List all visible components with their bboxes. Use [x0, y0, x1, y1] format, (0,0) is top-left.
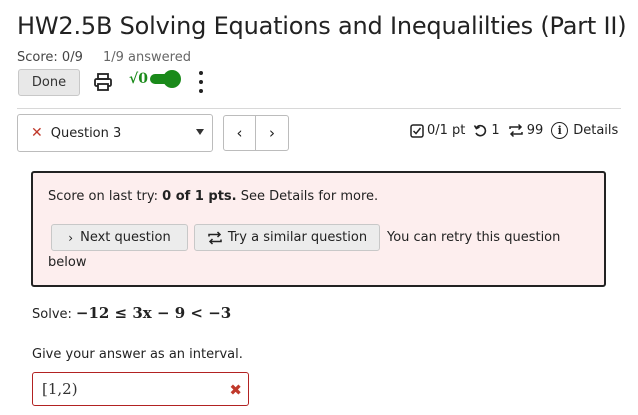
score-value: 0 of 1 pts.: [162, 189, 237, 204]
solve-label: Solve:: [32, 307, 72, 322]
kebab-menu-icon[interactable]: [198, 71, 204, 93]
chevron-down-icon: [196, 129, 204, 135]
done-button[interactable]: Done: [18, 69, 80, 96]
retry-icon: [474, 124, 487, 137]
previous-question-button[interactable]: ‹: [224, 116, 257, 150]
math-palette-toggle[interactable]: √0: [129, 70, 181, 88]
details-link[interactable]: i Details: [551, 122, 618, 139]
attempts-stat: 99: [508, 123, 544, 138]
toggle-knob: [162, 70, 181, 88]
chevron-right-icon: ›: [68, 230, 74, 245]
question-stats: 0/1 pt 1 99 i Details: [410, 122, 618, 139]
last-try-score-message: Score on last try: 0 of 1 pts. See Detai…: [48, 189, 378, 204]
toggle-switch[interactable]: [149, 70, 181, 88]
retry-stat: 1: [473, 123, 500, 138]
next-question-button[interactable]: › Next question: [51, 224, 188, 251]
answer-input[interactable]: [1,2) ✖: [32, 372, 249, 406]
points-label: 0/1 pt: [427, 123, 466, 138]
similar-question-icon: [208, 230, 222, 245]
score-line: Score: 0/9 1/9 answered: [17, 50, 191, 65]
retry-message-line-2: below: [48, 255, 87, 270]
divider: [17, 108, 621, 109]
answer-value: [1,2): [42, 380, 78, 398]
question-prompt: Solve: −12 ≤ 3x − 9 < −3: [32, 304, 231, 322]
assignment-title: HW2.5B Solving Equations and Inequalilti…: [17, 12, 627, 40]
sqrt-icon: √0: [129, 71, 148, 87]
next-question-label: Next question: [80, 230, 171, 245]
details-label[interactable]: Details: [573, 123, 618, 138]
next-question-arrow-button[interactable]: ›: [256, 116, 288, 150]
retry-message-line-1: You can retry this question: [387, 230, 561, 245]
checkbox-icon: [410, 123, 424, 138]
answer-instruction: Give your answer as an interval.: [32, 347, 243, 362]
attempts-icon: [508, 123, 523, 138]
points-stat: 0/1 pt: [410, 123, 465, 138]
score-label: Score: 0/9: [17, 50, 83, 65]
selected-question-label: Question 3: [50, 125, 122, 141]
score-suffix: See Details for more.: [236, 189, 379, 204]
print-icon[interactable]: [93, 72, 113, 92]
attempts-count: 99: [526, 123, 544, 138]
incorrect-x-icon: ✕: [31, 125, 43, 141]
question-nav-group: ‹ ›: [223, 115, 289, 151]
retry-count: 1: [491, 123, 500, 138]
feedback-alert: Score on last try: 0 of 1 pts. See Detai…: [31, 171, 606, 287]
score-prefix: Score on last try:: [48, 189, 163, 204]
answered-label: 1/9 answered: [103, 50, 191, 65]
question-dropdown[interactable]: ✕ Question 3: [17, 114, 213, 152]
info-icon: i: [551, 122, 569, 139]
inequality-expression: −12 ≤ 3x − 9 < −3: [75, 304, 232, 322]
x-icon: ✖: [229, 381, 242, 399]
similar-question-label: Try a similar question: [227, 230, 368, 245]
try-similar-question-button[interactable]: Try a similar question: [194, 224, 380, 251]
